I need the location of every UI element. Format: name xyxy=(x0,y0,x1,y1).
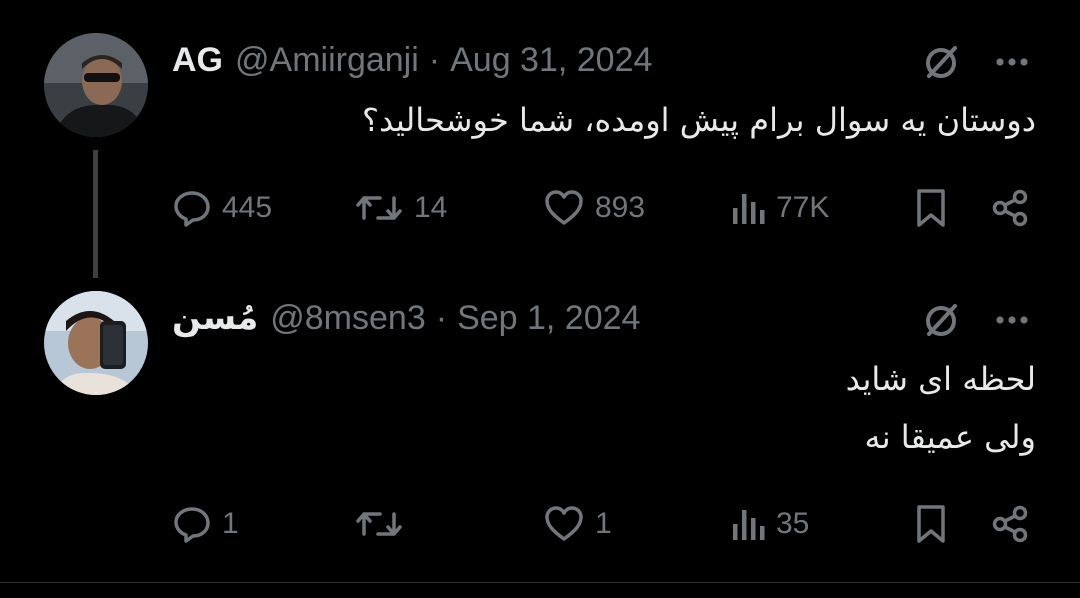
like-icon xyxy=(545,190,583,225)
reply-count: 1 xyxy=(222,507,239,540)
tweet-2[interactable]: مُسن @8msen3 · Sep 1, 2024 لحظه ای شاید … xyxy=(0,270,1080,582)
view-count: 35 xyxy=(776,507,810,540)
repost-button[interactable]: 14 xyxy=(354,184,447,232)
views-button[interactable]: 77K xyxy=(730,184,829,232)
reply-icon xyxy=(174,191,210,227)
reply-icon xyxy=(174,507,210,543)
timestamp[interactable]: Sep 1, 2024 xyxy=(457,299,640,338)
like-button[interactable]: 1 xyxy=(543,500,612,548)
like-count: 1 xyxy=(595,507,612,540)
avatar[interactable] xyxy=(44,33,148,137)
share-button[interactable] xyxy=(990,500,1030,548)
tweet-text-line: لحظه ای شاید xyxy=(845,360,1036,398)
timestamp[interactable]: Aug 31, 2024 xyxy=(450,41,652,80)
tweet-header: AG @Amiirganji · Aug 31, 2024 xyxy=(172,40,652,80)
avatar[interactable] xyxy=(44,291,148,395)
more-icon[interactable] xyxy=(990,298,1034,342)
repost-count: 14 xyxy=(414,191,448,224)
avatar-image xyxy=(44,291,148,395)
share-button[interactable] xyxy=(990,184,1030,232)
views-icon xyxy=(733,510,765,540)
avatar-image xyxy=(44,33,148,137)
share-icon xyxy=(992,189,1028,227)
tweet-text-line: ولی عمیقا نه xyxy=(864,418,1036,456)
divider xyxy=(0,582,1080,583)
views-button[interactable]: 35 xyxy=(730,500,809,548)
separator: · xyxy=(428,40,441,79)
action-bar: 445 14 893 77K xyxy=(0,184,1080,232)
views-icon xyxy=(733,194,765,224)
bookmark-icon xyxy=(917,189,945,227)
display-name[interactable]: مُسن xyxy=(172,298,258,338)
bookmark-icon xyxy=(917,505,945,543)
tweet-1[interactable]: AG @Amiirganji · Aug 31, 2024 دوستان یه … xyxy=(0,0,1080,278)
reply-button[interactable]: 445 xyxy=(172,184,272,232)
bookmark-button[interactable] xyxy=(914,184,948,232)
share-icon xyxy=(992,505,1028,543)
reply-count: 445 xyxy=(222,191,273,224)
repost-button[interactable] xyxy=(354,500,414,548)
like-button[interactable]: 893 xyxy=(543,184,645,232)
tweet-header: مُسن @8msen3 · Sep 1, 2024 xyxy=(172,298,640,338)
like-icon xyxy=(545,506,583,541)
tweet-text: لحظه ای شاید ولی عمیقا نه xyxy=(846,350,1036,466)
handle[interactable]: @Amiirganji xyxy=(235,41,419,80)
separator: · xyxy=(435,298,448,337)
like-count: 893 xyxy=(595,191,646,224)
grok-icon[interactable] xyxy=(920,298,964,342)
tweet-text: دوستان یه سوال برام پیش اومده، شما خوشحا… xyxy=(362,91,1036,149)
view-count: 77K xyxy=(776,191,830,224)
display-name[interactable]: AG xyxy=(172,41,223,80)
action-bar: 1 1 35 xyxy=(0,500,1080,548)
repost-icon xyxy=(356,196,402,220)
tweet-text-line: دوستان یه سوال برام پیش اومده، شما خوشحا… xyxy=(362,101,1036,139)
grok-icon[interactable] xyxy=(920,40,964,84)
handle[interactable]: @8msen3 xyxy=(270,299,425,338)
bookmark-button[interactable] xyxy=(914,500,948,548)
reply-button[interactable]: 1 xyxy=(172,500,239,548)
repost-icon xyxy=(356,512,402,536)
more-icon[interactable] xyxy=(990,40,1034,84)
